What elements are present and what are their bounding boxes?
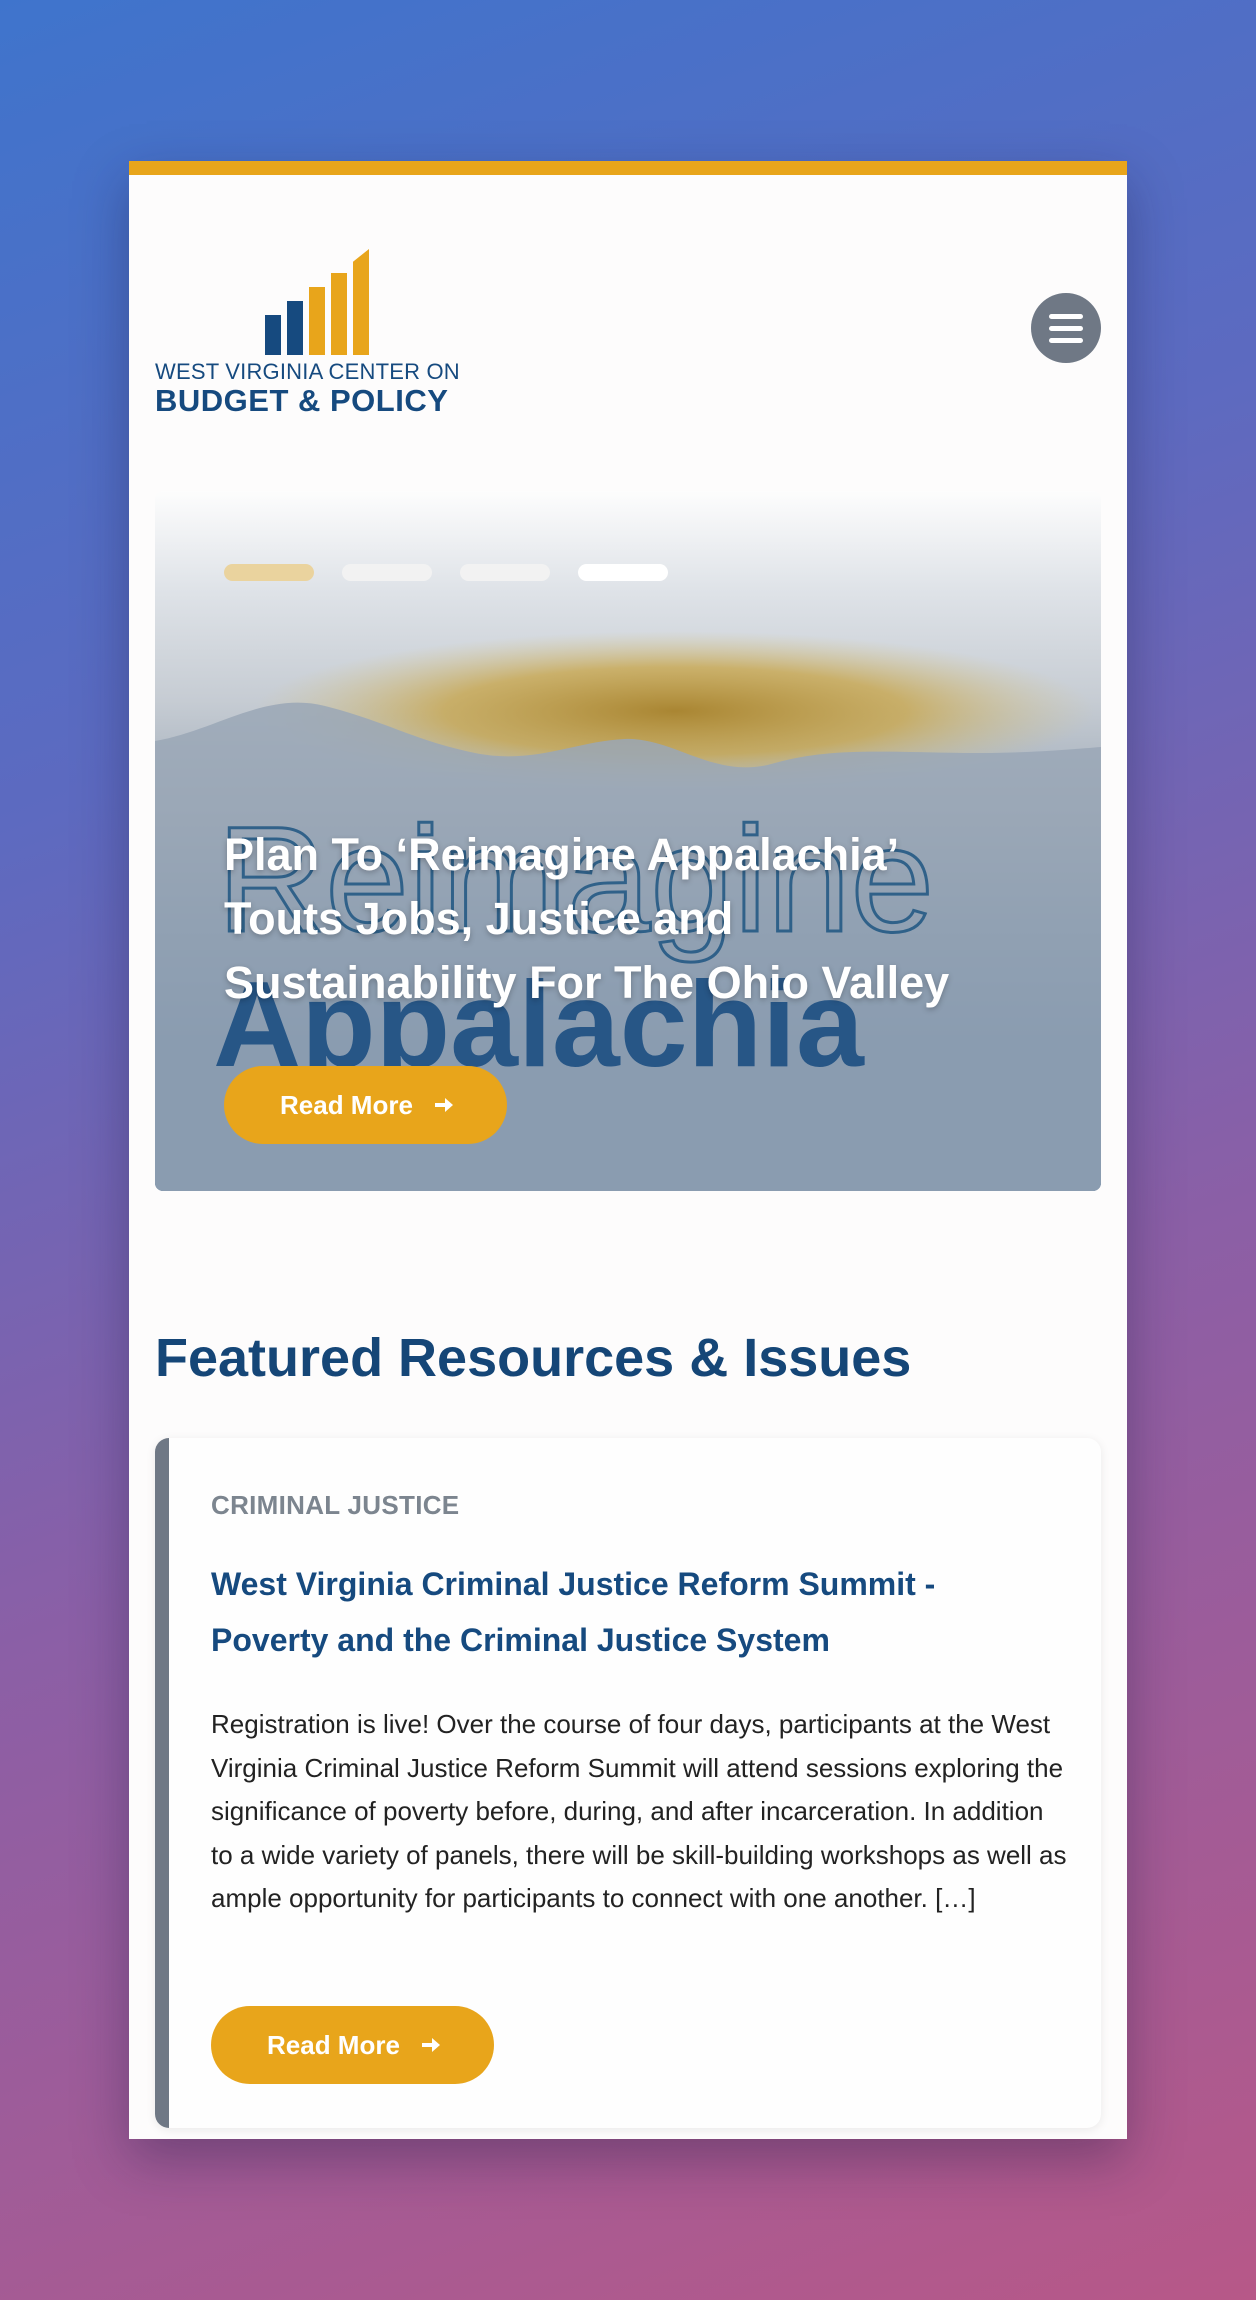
hamburger-menu-button[interactable] [1031, 293, 1101, 363]
hero-read-more-label: Read More [280, 1089, 413, 1120]
hero-title[interactable]: Plan To ‘Reimagine Appalachia’ Touts Job… [224, 823, 1024, 1015]
logo-bars-graphic [265, 245, 385, 355]
logo-text-line1: WEST VIRGINIA CENTER ON [155, 359, 460, 384]
card-category[interactable]: CRIMINAL JUSTICE [211, 1490, 459, 1521]
featured-section-title: Featured Resources & Issues [155, 1328, 912, 1388]
card-accent-bar [155, 1438, 169, 2128]
slider-dot-3[interactable] [460, 564, 550, 581]
hero-slider: Reimagine Appalachia Plan To ‘Reimagine … [155, 491, 1101, 1191]
slider-dot-1[interactable] [224, 564, 314, 581]
top-accent-bar [129, 161, 1127, 175]
arrow-right-icon [434, 1098, 453, 1112]
card-read-more-button[interactable]: Read More [211, 2006, 494, 2084]
slider-dot-4-active[interactable] [578, 564, 668, 581]
card-read-more-label: Read More [267, 2029, 400, 2060]
hero-read-more-button[interactable]: Read More [224, 1066, 507, 1144]
hamburger-icon [1049, 314, 1083, 319]
card-title[interactable]: West Virginia Criminal Justice Reform Su… [211, 1556, 1031, 1668]
card-excerpt: Registration is live! Over the course of… [211, 1709, 1067, 1913]
logo-text-line2: BUDGET & POLICY [155, 383, 449, 418]
hamburger-icon-line [1049, 338, 1083, 343]
hamburger-icon-line [1049, 326, 1083, 331]
arrow-right-icon [421, 2038, 440, 2052]
site-logo[interactable]: WEST VIRGINIA CENTER ON BUDGET & POLICY [155, 245, 495, 418]
page-container: WEST VIRGINIA CENTER ON BUDGET & POLICY … [129, 161, 1127, 2139]
featured-card: CRIMINAL JUSTICE West Virginia Criminal … [155, 1438, 1101, 2128]
slider-dot-2[interactable] [342, 564, 432, 581]
